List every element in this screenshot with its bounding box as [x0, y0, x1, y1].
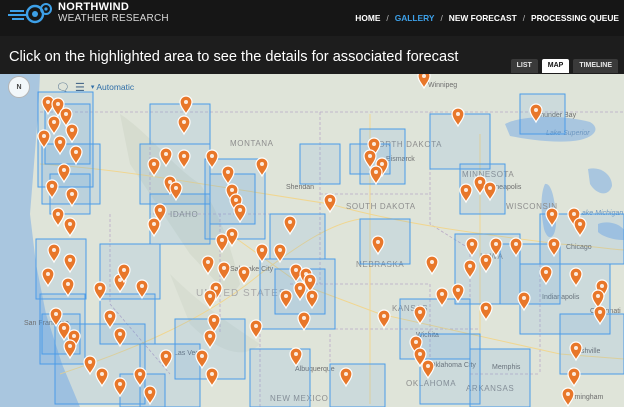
forecast-layer [35, 74, 624, 407]
forecast-marker[interactable] [561, 387, 575, 407]
comment-icon[interactable]: 🗨 [56, 81, 70, 94]
forecast-marker[interactable] [215, 233, 229, 254]
map-controls: N 🗨 ☰ ▾ Automatic [8, 76, 134, 98]
forecast-marker[interactable] [201, 255, 215, 276]
nav-gallery[interactable]: GALLERY [395, 13, 435, 23]
nav-processing-queue[interactable]: PROCESSING QUEUE [531, 13, 619, 23]
map-style-label: Automatic [96, 82, 135, 92]
page-title-bar: Click on the highlighted area to see the… [0, 36, 624, 74]
forecast-marker[interactable] [417, 74, 431, 90]
forecast-marker[interactable] [425, 255, 439, 276]
forecast-area[interactable] [359, 218, 411, 265]
brand-tagline: WEATHER RESEARCH [58, 13, 169, 24]
forecast-area[interactable] [299, 143, 341, 185]
forecast-marker[interactable] [203, 289, 217, 310]
forecast-marker[interactable] [479, 301, 493, 322]
nav-separator: / [440, 13, 443, 23]
tab-list[interactable]: LIST [510, 59, 538, 73]
forecast-area[interactable] [559, 313, 624, 375]
tab-map[interactable]: MAP [541, 59, 570, 73]
nav-new-forecast[interactable]: NEW FORECAST [449, 13, 517, 23]
top-header: NORTHWIND WEATHER RESEARCH HOME / GALLER… [0, 0, 624, 36]
forecast-marker[interactable] [205, 367, 219, 388]
forecast-marker[interactable] [63, 217, 77, 238]
chevron-down-icon: ▾ [90, 84, 95, 91]
page-instruction: Click on the highlighted area to see the… [9, 49, 459, 65]
brand-mark-icon [8, 3, 52, 24]
forecast-area[interactable] [469, 348, 531, 407]
brand-name: NORTHWIND [58, 1, 130, 13]
forecast-marker[interactable] [567, 367, 581, 388]
chat-icon[interactable]: ☰ [75, 81, 85, 94]
map-style-dropdown[interactable]: ▾ Automatic [91, 82, 134, 92]
view-tabs: LIST MAP TIMELINE [510, 59, 618, 73]
forecast-area[interactable] [519, 93, 566, 135]
forecast-marker[interactable] [249, 319, 263, 340]
compass-button[interactable]: N [8, 76, 30, 98]
forecast-area[interactable] [35, 238, 87, 300]
tab-timeline[interactable]: TIMELINE [573, 59, 618, 73]
main-nav: HOME / GALLERY / NEW FORECAST / PROCESSI… [355, 13, 619, 23]
forecast-marker[interactable] [377, 309, 391, 330]
nav-home[interactable]: HOME [355, 13, 380, 23]
brand-logo[interactable]: NORTHWIND WEATHER RESEARCH [8, 2, 169, 24]
forecast-marker[interactable] [217, 261, 231, 282]
forecast-marker[interactable] [237, 265, 251, 286]
forecast-marker[interactable] [51, 207, 65, 228]
forecast-area[interactable] [329, 363, 386, 407]
forecast-marker[interactable] [323, 193, 337, 214]
forecast-map[interactable]: Winnipeg NORTH DAKOTA Bismarck SOUTH DAK… [0, 74, 624, 407]
nav-separator: / [522, 13, 526, 23]
nav-separator: / [386, 13, 389, 23]
